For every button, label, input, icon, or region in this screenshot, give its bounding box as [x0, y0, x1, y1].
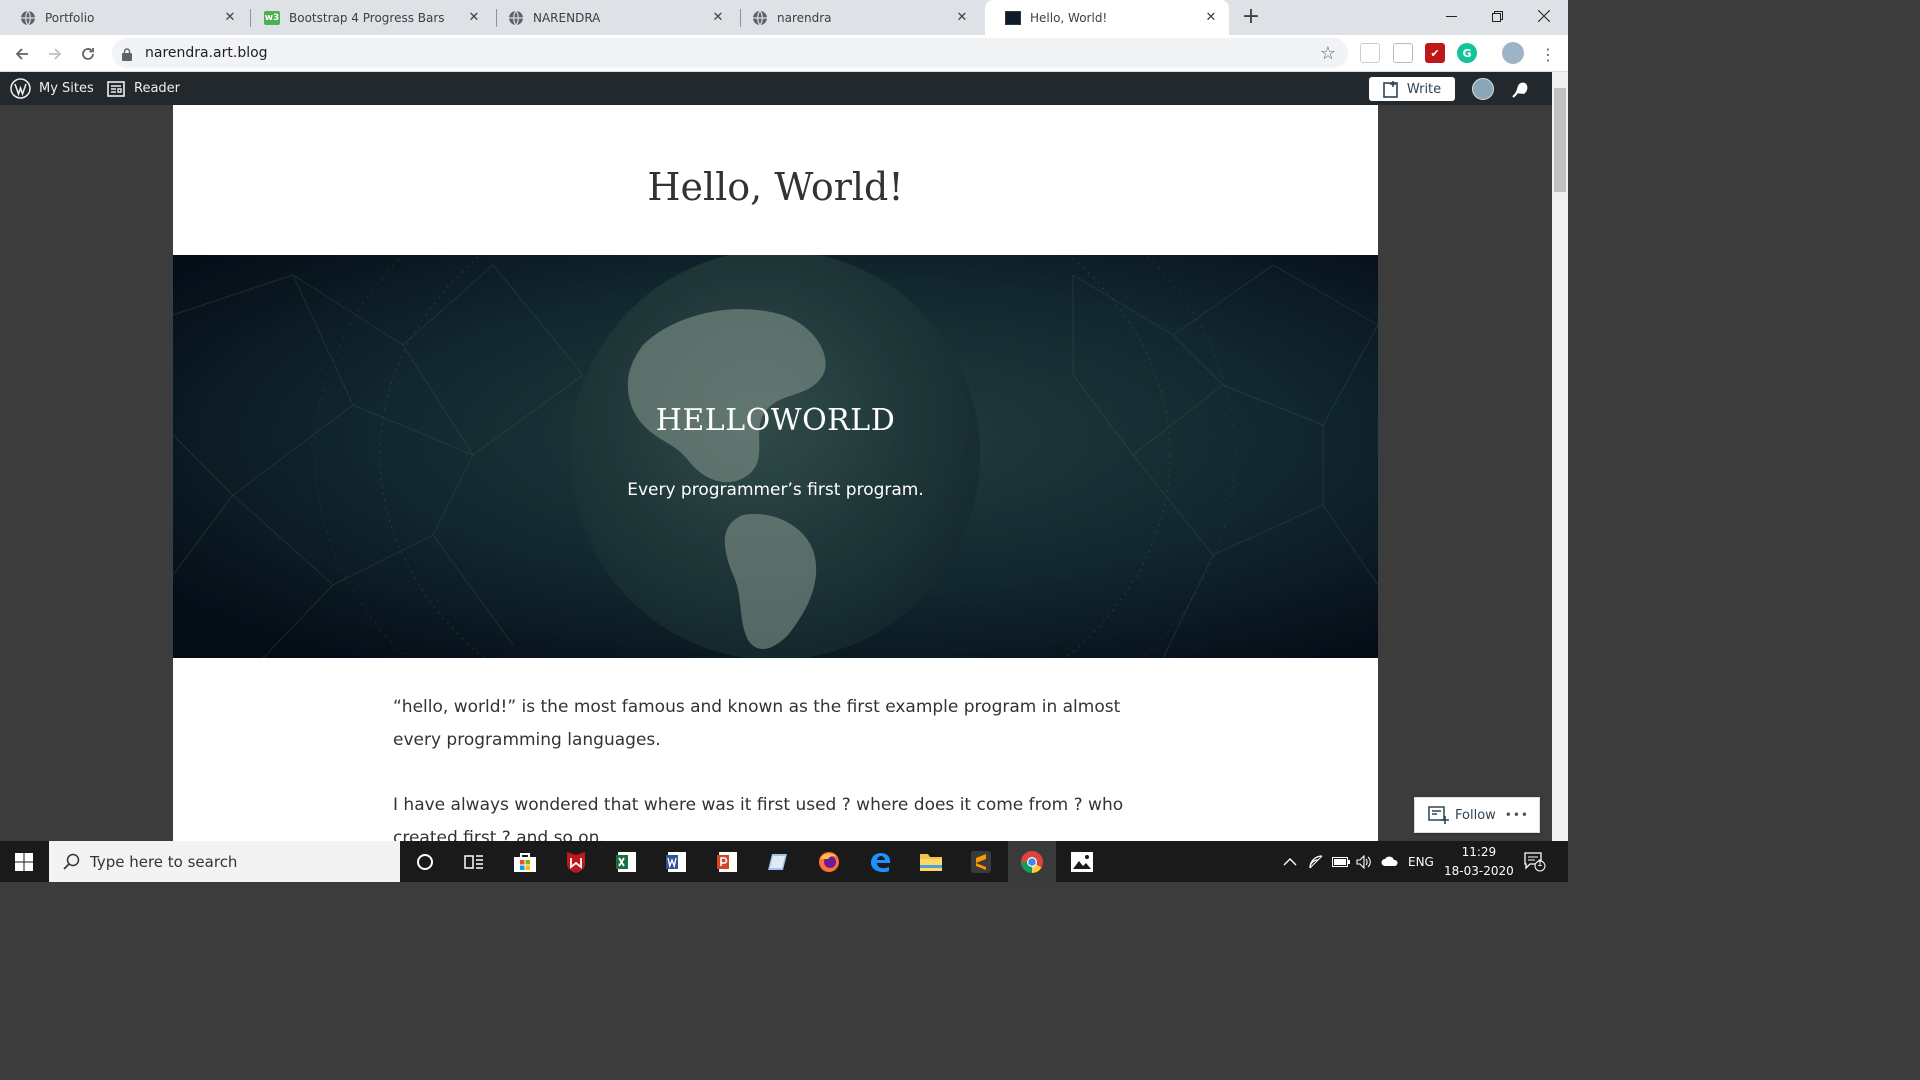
- my-sites-button[interactable]: My Sites: [10, 72, 94, 105]
- scrollbar-thumb[interactable]: [1554, 88, 1566, 192]
- tab-close-icon[interactable]: ✕: [1201, 8, 1221, 28]
- action-center-icon[interactable]: 1: [1524, 841, 1546, 882]
- bookmark-star-icon[interactable]: ☆: [1320, 43, 1336, 64]
- back-icon[interactable]: [9, 41, 35, 67]
- language-indicator[interactable]: ENG: [1408, 841, 1434, 882]
- taskbar-search-box[interactable]: Type here to search: [49, 841, 400, 882]
- post-paragraph: “hello, world!” is the most famous and k…: [393, 697, 1121, 750]
- globe-icon: [20, 10, 36, 26]
- onedrive-cloud-icon[interactable]: [1381, 841, 1399, 882]
- tab-title: narendra: [777, 10, 832, 25]
- clock-time: 11:29: [1461, 844, 1497, 859]
- show-hidden-icons[interactable]: [1283, 841, 1297, 882]
- globe-background-image: [173, 255, 1378, 658]
- cortana-icon[interactable]: [410, 847, 440, 877]
- tab-close-icon[interactable]: ✕: [464, 8, 484, 28]
- tab-close-icon[interactable]: ✕: [708, 8, 728, 28]
- sublime-text-icon[interactable]: [966, 847, 996, 877]
- write-icon: [1383, 80, 1401, 98]
- forward-icon[interactable]: [42, 41, 68, 67]
- browser-menu-icon[interactable]: ⋮: [1535, 41, 1561, 67]
- firefox-icon[interactable]: [814, 847, 844, 877]
- extension-clipboard-icon[interactable]: [1393, 43, 1413, 63]
- clock-date: 18-03-2020: [1444, 863, 1514, 878]
- follow-button[interactable]: Follow: [1455, 808, 1496, 823]
- blog-page: Hello, World! HELLOWORLD Every programme…: [173, 105, 1378, 841]
- wordpress-admin-bar: My Sites Reader Write: [0, 72, 1552, 105]
- microsoft-store-icon[interactable]: [510, 847, 540, 877]
- browser-toolbar: narendra.art.blog ☆ ✔ G ⋮: [0, 35, 1568, 72]
- hero-title: HELLOWORLD: [655, 403, 896, 438]
- tab-close-icon[interactable]: ✕: [220, 8, 240, 28]
- edge-icon[interactable]: [865, 847, 895, 877]
- more-options-icon[interactable]: •••: [1505, 808, 1529, 822]
- reader-label: Reader: [134, 81, 181, 96]
- excel-icon[interactable]: [611, 847, 641, 877]
- user-avatar[interactable]: [1472, 78, 1494, 100]
- powerpoint-icon[interactable]: [712, 847, 742, 877]
- tab-portfolio[interactable]: Portfolio ✕: [0, 0, 248, 35]
- notes-app-icon[interactable]: [763, 847, 793, 877]
- w3-badge: w3: [264, 10, 280, 25]
- extension-page-icon[interactable]: [1360, 43, 1380, 63]
- follow-icon[interactable]: [1428, 805, 1450, 825]
- tab-close-icon[interactable]: ✕: [952, 8, 972, 28]
- globe-icon: [508, 10, 524, 26]
- post-title: Hello, World!: [647, 165, 904, 209]
- tab-hello-world[interactable]: Hello, World! ✕: [985, 0, 1229, 35]
- wifi-icon[interactable]: [1308, 841, 1324, 882]
- grammarly-icon[interactable]: G: [1457, 43, 1477, 63]
- w3schools-icon: w3: [264, 10, 280, 26]
- restore-icon[interactable]: [1474, 0, 1520, 32]
- globe-icon: [752, 10, 768, 26]
- close-window-icon[interactable]: [1521, 0, 1567, 32]
- search-icon: [63, 853, 80, 870]
- task-view-icon[interactable]: [459, 847, 489, 877]
- browser-tab-strip: Portfolio ✕ w3 Bootstrap 4 Progress Bars…: [0, 0, 1568, 35]
- hero-banner: HELLOWORLD Every programmer’s first prog…: [173, 255, 1378, 658]
- reload-icon[interactable]: [75, 41, 101, 67]
- search-placeholder: Type here to search: [90, 852, 238, 871]
- tab-narendra-lower[interactable]: narendra ✕: [732, 0, 980, 35]
- reader-button[interactable]: Reader: [107, 72, 180, 105]
- windows-taskbar: Type here to search ENG 11:29 18-03-2020…: [0, 841, 1568, 882]
- photos-app-icon[interactable]: [1067, 847, 1097, 877]
- clock[interactable]: 11:29 18-03-2020: [1444, 841, 1514, 882]
- mcafee-app-icon[interactable]: [561, 847, 591, 877]
- notifications-bell-icon[interactable]: [1512, 80, 1531, 102]
- word-icon[interactable]: [661, 847, 691, 877]
- write-button[interactable]: Write: [1369, 77, 1455, 101]
- mcafee-shield-icon[interactable]: ✔: [1425, 43, 1445, 63]
- profile-avatar[interactable]: [1502, 42, 1524, 64]
- file-explorer-icon[interactable]: [916, 847, 946, 877]
- new-tab-button[interactable]: +: [1240, 6, 1262, 28]
- minimize-icon[interactable]: [1428, 0, 1474, 32]
- volume-icon[interactable]: [1356, 841, 1372, 882]
- tab-title: Hello, World!: [1030, 10, 1108, 25]
- post-body: “hello, world!” is the most famous and k…: [393, 691, 1163, 841]
- lock-icon: [122, 46, 132, 65]
- tab-title: Bootstrap 4 Progress Bars: [289, 10, 445, 25]
- follow-widget: Follow •••: [1414, 797, 1540, 833]
- windows-start-icon[interactable]: [9, 847, 39, 877]
- hero-subtitle: Every programmer’s first program.: [627, 480, 924, 500]
- tab-title: Portfolio: [45, 10, 95, 25]
- battery-icon[interactable]: [1332, 841, 1350, 882]
- reader-icon: [107, 80, 125, 97]
- address-bar[interactable]: narendra.art.blog ☆: [112, 38, 1348, 68]
- my-sites-label: My Sites: [39, 81, 94, 96]
- post-paragraph: I have always wondered that where was it…: [393, 795, 1124, 841]
- write-label: Write: [1406, 81, 1442, 97]
- tab-narendra-upper[interactable]: NARENDRA ✕: [488, 0, 736, 35]
- tab-bootstrap-progress[interactable]: w3 Bootstrap 4 Progress Bars ✕: [244, 0, 492, 35]
- url-text: narendra.art.blog: [145, 45, 268, 61]
- notification-count: 1: [1537, 859, 1543, 869]
- chrome-icon[interactable]: [1017, 847, 1047, 877]
- wordpress-logo-icon: [10, 78, 31, 99]
- site-thumbnail-icon: [1005, 10, 1021, 26]
- tab-title: NARENDRA: [533, 10, 601, 25]
